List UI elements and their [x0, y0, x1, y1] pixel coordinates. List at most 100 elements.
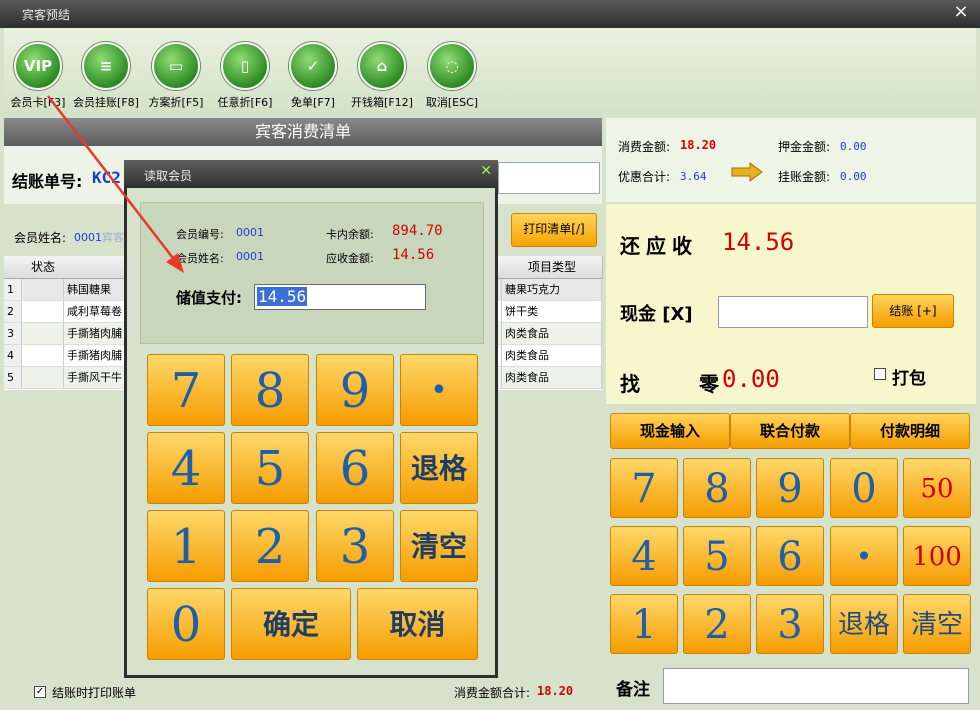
- plan-discount-button[interactable]: ▭ 方案折[F5]: [140, 42, 212, 110]
- toolbar-label: 方案折[F5]: [148, 96, 204, 109]
- toolbar-label: 开钱箱[F12]: [351, 96, 413, 109]
- row-status: [22, 345, 64, 367]
- dlg-key-2[interactable]: 2: [231, 510, 309, 582]
- pay-key-8[interactable]: 8: [683, 458, 751, 518]
- pack-label: 打包: [892, 369, 926, 389]
- toolbar: VIP 会员卡[F3] ≡ 会员挂账[F8] ▭ 方案折[F5] ▯ 任意折[F…: [4, 28, 976, 114]
- stored-value-pay-text: 14.56: [257, 287, 308, 306]
- row-status: [22, 323, 64, 345]
- window-title-bar: 宾客预结 ×: [0, 0, 980, 28]
- discount-total-value: 3.64: [680, 170, 707, 183]
- row-number: 2: [4, 301, 22, 323]
- credit-amount-value: 0.00: [840, 170, 867, 183]
- dlg-key-8[interactable]: 8: [231, 354, 309, 426]
- guest-name-label: 会员姓名:: [14, 231, 67, 245]
- pay-key-0[interactable]: 0: [830, 458, 898, 518]
- tab-joint-payment[interactable]: 联合付款: [730, 413, 850, 449]
- dlg-confirm-button[interactable]: 确定: [231, 588, 351, 660]
- grid-corner-icon[interactable]: [4, 256, 23, 279]
- print-list-button[interactable]: 打印清单[/]: [511, 213, 597, 247]
- toolbar-label: 会员卡[F3]: [10, 96, 66, 109]
- vip-card-button[interactable]: VIP 会员卡[F3]: [2, 42, 74, 110]
- receivable-value: 14.56: [392, 247, 435, 263]
- amount-summary: 消费金额: 18.20 押金金额: 0.00 优惠合计: 3.64 挂账金额: …: [606, 118, 976, 202]
- cancel-button[interactable]: ◌ 取消[ESC]: [416, 42, 488, 110]
- change-value: 0.00: [722, 365, 780, 393]
- member-credit-button[interactable]: ≡ 会员挂账[F8]: [70, 42, 142, 110]
- print-on-checkout-checkbox[interactable]: ✓: [34, 686, 46, 698]
- dialog-title-bar: 读取会员 ✕: [124, 160, 498, 188]
- dlg-key-7[interactable]: 7: [147, 354, 225, 426]
- row-status: [22, 279, 64, 301]
- member-name-value: 0001: [236, 250, 264, 263]
- pay-key-9[interactable]: 9: [756, 458, 824, 518]
- pay-key-50[interactable]: 50: [903, 458, 971, 518]
- tab-cash-input[interactable]: 现金输入: [610, 413, 730, 449]
- dlg-key-0[interactable]: 0: [147, 588, 225, 660]
- deposit-amount-label: 押金金额:: [778, 140, 831, 154]
- row-number: 5: [4, 367, 22, 389]
- dlg-key-5[interactable]: 5: [231, 432, 309, 504]
- dlg-key-6[interactable]: 6: [316, 432, 394, 504]
- dlg-key-9[interactable]: 9: [316, 354, 394, 426]
- row-status: [22, 367, 64, 389]
- toolbar-label: 任意折[F6]: [217, 96, 273, 109]
- amount-due-label: 还应收: [620, 234, 698, 258]
- dlg-key-clear[interactable]: 清空: [400, 510, 478, 582]
- dlg-key-backspace[interactable]: 退格: [400, 432, 478, 504]
- consume-amount-label: 消费金额:: [618, 140, 671, 154]
- row-number: 3: [4, 323, 22, 345]
- bill-extra-field[interactable]: [498, 162, 600, 194]
- cash-input[interactable]: [718, 296, 868, 328]
- dlg-key-3[interactable]: 3: [316, 510, 394, 582]
- pay-key-3[interactable]: 3: [756, 594, 824, 654]
- checkout-button[interactable]: 结账 [+]: [872, 294, 954, 328]
- pay-key-2[interactable]: 2: [683, 594, 751, 654]
- pay-key-backspace[interactable]: 退格: [830, 594, 898, 654]
- cash-drawer-button[interactable]: ⌂ 开钱箱[F12]: [346, 42, 418, 110]
- member-name-label: 会员姓名:: [176, 252, 224, 265]
- column-status[interactable]: 状态: [22, 256, 65, 279]
- total-label: 消费金额合计:: [454, 686, 531, 700]
- free-order-button[interactable]: ✓ 免单[F7]: [277, 42, 349, 110]
- column-item-type[interactable]: 项目类型: [502, 256, 603, 279]
- dialog-close-icon[interactable]: ✕: [480, 163, 492, 179]
- dlg-key-dot[interactable]: •: [400, 354, 478, 426]
- toolbar-label: 会员挂账[F8]: [73, 96, 139, 109]
- dlg-key-4[interactable]: 4: [147, 432, 225, 504]
- arrow-right-icon: [730, 162, 764, 182]
- card-balance-label: 卡内余额:: [326, 228, 374, 241]
- row-number: 4: [4, 345, 22, 367]
- pay-key-100[interactable]: 100: [903, 526, 971, 586]
- dlg-cancel-button[interactable]: 取消: [357, 588, 478, 660]
- free-order-icon: ✓: [289, 42, 337, 90]
- row-type: 肉类食品: [502, 323, 602, 345]
- pay-key-4[interactable]: 4: [610, 526, 678, 586]
- pay-key-1[interactable]: 1: [610, 594, 678, 654]
- consume-amount-value: 18.20: [680, 138, 717, 152]
- window-title: 宾客预结: [22, 8, 71, 22]
- row-status: [22, 301, 64, 323]
- bill-number-label: 结账单号:: [12, 172, 83, 191]
- stored-value-pay-label: 储值支付:: [176, 289, 242, 307]
- tab-payment-details[interactable]: 付款明细: [850, 413, 970, 449]
- remark-input[interactable]: [663, 668, 969, 704]
- window-close-button[interactable]: ×: [948, 1, 974, 23]
- remark-label: 备注: [616, 680, 650, 700]
- member-no-label: 会员编号:: [176, 228, 224, 241]
- pay-key-7[interactable]: 7: [610, 458, 678, 518]
- dlg-key-1[interactable]: 1: [147, 510, 225, 582]
- credit-amount-label: 挂账金额:: [778, 170, 831, 184]
- stored-value-pay-input[interactable]: 14.56: [254, 284, 426, 310]
- cancel-icon: ◌: [428, 42, 476, 90]
- any-discount-button[interactable]: ▯ 任意折[F6]: [209, 42, 281, 110]
- pay-key-6[interactable]: 6: [756, 526, 824, 586]
- pay-key-clear[interactable]: 清空: [903, 594, 971, 654]
- any-discount-icon: ▯: [221, 42, 269, 90]
- row-type: 糖果巧克力: [502, 279, 602, 301]
- pay-key-5[interactable]: 5: [683, 526, 751, 586]
- member-no-value: 0001: [236, 226, 264, 239]
- deposit-amount-value: 0.00: [840, 140, 867, 153]
- pack-checkbox[interactable]: [874, 368, 886, 380]
- pay-key-dot[interactable]: •: [830, 526, 898, 586]
